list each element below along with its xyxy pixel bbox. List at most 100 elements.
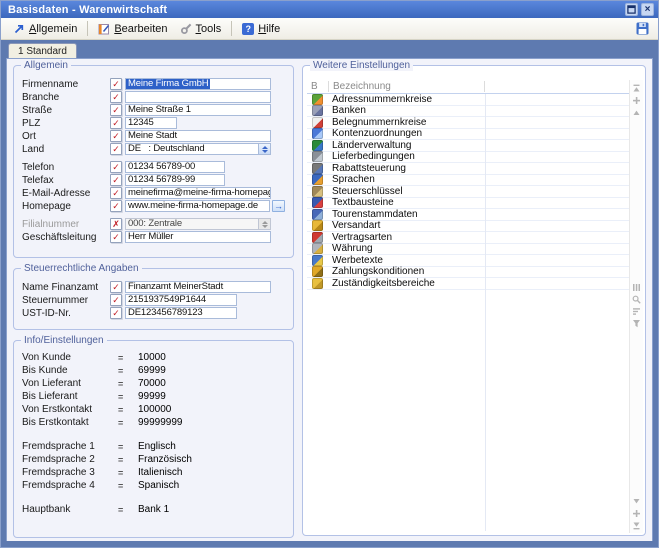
contract-types-icon xyxy=(312,232,323,243)
restore-icon xyxy=(627,5,636,14)
field-label-ort: Ort xyxy=(22,131,110,142)
red-check-icon[interactable]: ✓ xyxy=(110,130,122,142)
info-value: Bank 1 xyxy=(138,504,169,515)
list-item[interactable]: Lieferbedingungen xyxy=(307,152,641,164)
list-item[interactable]: Tourenstammdaten xyxy=(307,209,641,221)
menu-bearbeiten[interactable]: Bearbeiten xyxy=(92,21,173,37)
list-item-label: Sprachen xyxy=(332,174,375,185)
last-record-icon[interactable] xyxy=(631,520,642,530)
equals-icon: = xyxy=(118,418,138,428)
info-label: Fremdsprache 4 xyxy=(22,480,118,491)
restore-window-button[interactable] xyxy=(625,3,638,16)
menu-hilfe[interactable]: ?Hilfe xyxy=(236,21,286,37)
list-item[interactable]: Vertragsarten xyxy=(307,232,641,244)
field-row-steuernummer: Steuernummer✓2151937549P1644 xyxy=(22,294,285,306)
input-geschaeftsleitung[interactable]: Herr Müller xyxy=(125,231,271,243)
info-value: Englisch xyxy=(138,441,176,452)
window-title: Basisdaten - Warenwirtschaft xyxy=(8,4,167,16)
info-value: 100000 xyxy=(138,404,171,415)
input-finanzamt[interactable]: Finanzamt MeinerStadt xyxy=(125,281,271,293)
field-label-firmenname: Firmenname xyxy=(22,79,110,90)
red-check-icon[interactable]: ✓ xyxy=(110,281,122,293)
field-label-finanzamt: Name Finanzamt xyxy=(22,282,110,293)
red-check-icon[interactable]: ✓ xyxy=(110,231,122,243)
field-label-plz: PLZ xyxy=(22,118,110,129)
combo-arrow-icon[interactable] xyxy=(258,144,270,154)
equals-icon: = xyxy=(118,405,138,415)
combo-land[interactable]: DE : Deutschland xyxy=(125,143,271,155)
list-item[interactable]: Sprachen xyxy=(307,175,641,187)
column-header-icon[interactable]: B xyxy=(307,81,329,92)
combo-filialnummer[interactable]: 000: Zentrale xyxy=(125,218,271,230)
navigator-bottom xyxy=(630,496,643,530)
list-item[interactable]: Länderverwaltung xyxy=(307,140,641,152)
red-check-icon[interactable]: ✓ xyxy=(110,91,122,103)
input-telefon[interactable]: 01234 56789-00 xyxy=(125,161,225,173)
red-check-icon[interactable]: ✓ xyxy=(110,143,122,155)
red-check-icon[interactable]: ✓ xyxy=(110,161,122,173)
list-item[interactable]: Versandart xyxy=(307,221,641,233)
previous-record-icon[interactable] xyxy=(631,107,642,117)
promo-texts-icon xyxy=(312,255,323,266)
next-record-icon[interactable] xyxy=(631,496,642,506)
input-ort[interactable]: Meine Stadt xyxy=(125,130,271,142)
column-header-bezeichnung[interactable]: Bezeichnung xyxy=(329,81,485,92)
list-item[interactable]: Adressnummernkreise xyxy=(307,94,641,106)
list-item[interactable]: Währung xyxy=(307,244,641,256)
input-homepage[interactable]: www.meine-firma-homepage.de xyxy=(125,200,270,212)
input-branche[interactable] xyxy=(125,91,271,103)
list-item-label: Belegnummernkreise xyxy=(332,117,427,128)
input-telefax[interactable]: 01234 56789-99 xyxy=(125,174,225,186)
list-item[interactable]: Belegnummernkreise xyxy=(307,117,641,129)
red-check-icon[interactable]: ✓ xyxy=(110,104,122,116)
red-cross-icon[interactable]: ✗ xyxy=(110,218,122,230)
open-homepage-button[interactable]: → xyxy=(272,200,285,212)
red-check-icon[interactable]: ✓ xyxy=(110,200,122,212)
save-button[interactable] xyxy=(635,22,650,37)
customize-view-icon[interactable] xyxy=(631,282,642,292)
red-check-icon[interactable]: ✓ xyxy=(110,187,122,199)
list-item[interactable]: Steuerschlüssel xyxy=(307,186,641,198)
input-strasse[interactable]: Meine Straße 1 xyxy=(125,104,271,116)
info-label: Bis Kunde xyxy=(22,365,118,376)
close-window-button[interactable]: × xyxy=(641,3,654,16)
equals-icon: = xyxy=(118,442,138,452)
menu-allgemein[interactable]: Allgemein xyxy=(7,21,83,37)
info-label: Von Kunde xyxy=(22,352,118,363)
list-item[interactable]: Zuständigkeitsbereiche xyxy=(307,278,641,290)
input-email[interactable]: meinefirma@meine-firma-homepage.de xyxy=(125,187,271,199)
input-plz[interactable]: 12345 xyxy=(125,117,177,129)
combo-arrow-icon[interactable] xyxy=(258,219,270,229)
list-item[interactable]: Banken xyxy=(307,106,641,118)
red-check-icon[interactable]: ✓ xyxy=(110,294,122,306)
field-row-strasse: Straße✓Meine Straße 1 xyxy=(22,104,285,116)
first-record-icon[interactable] xyxy=(631,83,642,93)
info-label: Bis Lieferant xyxy=(22,391,118,402)
tab-standard[interactable]: 1 Standard xyxy=(8,43,77,58)
input-steuernummer[interactable]: 2151937549P1644 xyxy=(125,294,237,306)
filter-icon[interactable] xyxy=(631,318,642,328)
field-row-ort: Ort✓Meine Stadt xyxy=(22,130,285,142)
menu-tools[interactable]: Tools xyxy=(174,21,228,37)
red-check-icon[interactable]: ✓ xyxy=(110,78,122,90)
input-firmenname[interactable]: Meine Firma GmbH xyxy=(125,78,271,90)
list-item[interactable]: Kontenzuordnungen xyxy=(307,129,641,141)
list-item[interactable]: Rabattsteuerung xyxy=(307,163,641,175)
field-label-telefon: Telefon xyxy=(22,162,110,173)
equals-icon: = xyxy=(118,366,138,376)
input-ustid[interactable]: DE123456789123 xyxy=(125,307,237,319)
field-value-ustid: DE123456789123 xyxy=(126,308,205,318)
red-check-icon[interactable]: ✓ xyxy=(110,174,122,186)
list-item-label: Tourenstammdaten xyxy=(332,209,418,220)
insert-record-icon[interactable] xyxy=(631,95,642,105)
list-item[interactable]: Textbausteine xyxy=(307,198,641,210)
sort-icon[interactable] xyxy=(631,306,642,316)
search-icon[interactable] xyxy=(631,294,642,304)
red-check-icon[interactable]: ✓ xyxy=(110,307,122,319)
list-item[interactable]: Werbetexte xyxy=(307,255,641,267)
info-row: Von Kunde=10000 xyxy=(22,351,285,364)
list-item[interactable]: Zahlungskonditionen xyxy=(307,267,641,279)
settings-list: AdressnummernkreiseBankenBelegnummernkre… xyxy=(307,94,641,290)
red-check-icon[interactable]: ✓ xyxy=(110,117,122,129)
append-record-icon[interactable] xyxy=(631,508,642,518)
